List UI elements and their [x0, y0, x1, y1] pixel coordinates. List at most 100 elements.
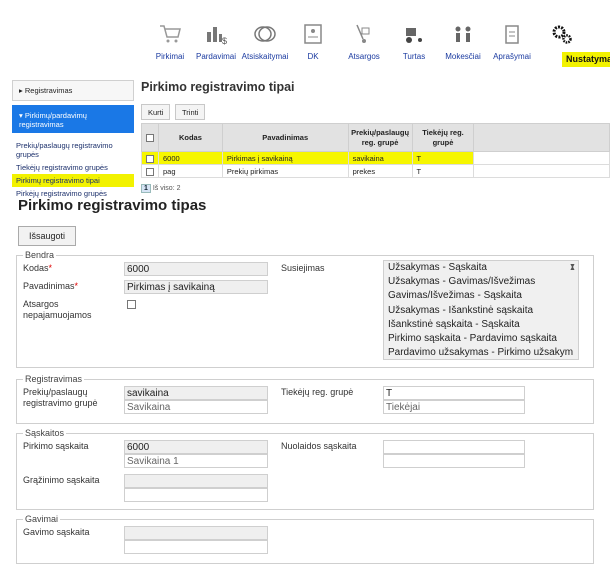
gavimo-description	[124, 540, 268, 554]
coins-icon	[254, 26, 276, 42]
toolbar-label: DK	[307, 52, 319, 61]
toolbar-label: Atsargos	[348, 52, 380, 61]
fieldset-registravimas: Registravimas Prekių/paslaugų registravi…	[16, 374, 594, 424]
tiekeju-input[interactable]: T	[383, 386, 525, 400]
nuolaidos-description	[383, 454, 525, 468]
pirkimo-input[interactable]: 6000	[124, 440, 268, 454]
nuolaidos-label: Nuolaidos sąskaita	[281, 441, 357, 451]
header-tiekeju-line2: grupė	[432, 137, 454, 147]
pager-page[interactable]: 1	[141, 184, 151, 193]
create-button[interactable]: Kurti	[141, 104, 171, 120]
susiejimas-label: Susiejimas	[281, 263, 325, 273]
atsargos-label: Atsargos nepajamuojamos	[23, 299, 92, 320]
grazinimo-label: Grąžinimo sąskaita	[23, 475, 100, 485]
legend-registravimas: Registravimas	[25, 374, 83, 384]
toolbar-label: Pirkimai	[155, 52, 185, 61]
pirkimo-label: Pirkimo sąskaita	[23, 441, 89, 451]
row-checkbox[interactable]	[146, 154, 154, 163]
prekiu-label: Prekių/paslaugų registravimo grupė	[23, 387, 98, 408]
toolbar-label: Pardavimai	[195, 52, 236, 61]
pager-total: Iš viso: 2	[152, 185, 181, 192]
nav-sub-tiekeju[interactable]: Tiekėjų registravimo grupės	[12, 161, 134, 174]
cell-kodas: 6000	[158, 151, 223, 165]
nav-sub-prekiu[interactable]: Prekių/paslaugų registravimo grupės	[12, 139, 134, 161]
ledger-icon	[304, 24, 322, 44]
cell-kodas: pag	[158, 164, 223, 178]
toolbar-nustatymai[interactable]: Nustatymai	[532, 22, 610, 67]
gavimo-input[interactable]	[124, 526, 268, 540]
listbox-option[interactable]: Užsakymas - Išankstinė sąskaita	[384, 304, 578, 318]
types-table: Kodas Pavadinimas Prekių/paslaugų reg. gr…	[141, 123, 610, 178]
grazinimo-input[interactable]	[124, 474, 268, 488]
table-row[interactable]: pag Prekių pirkimas prekes T	[141, 164, 610, 178]
atsargos-checkbox[interactable]	[127, 300, 136, 309]
required-mark: *	[48, 263, 53, 273]
header-tiekeju-line1: Tiekėjų reg.	[422, 127, 464, 137]
prekiu-input[interactable]: savikaina	[124, 386, 268, 400]
header-prekiu-line1: Prekių/paslaugų	[351, 127, 410, 137]
list-title: Pirkimo registravimo tipai	[141, 80, 295, 94]
table-row[interactable]: 6000 Pirkimas į savikainą savikaina T	[141, 151, 610, 165]
pavadinimas-input[interactable]: Pirkimas į savikainą	[124, 280, 268, 294]
toolbar-label: Aprašymai	[493, 52, 531, 61]
nav-registravimas[interactable]: ▸ Registravimas	[12, 80, 134, 101]
hand-truck-icon	[356, 24, 370, 43]
listbox-option[interactable]: Gavimas/Išvežimas - Sąskaita	[384, 289, 578, 303]
cell-prekiu: prekes	[347, 164, 413, 178]
pavadinimas-label-text: Pavadinimas	[23, 281, 75, 291]
listbox-option[interactable]: Pirkimo sąskaita - Pardavimo sąskaita	[384, 332, 578, 346]
prekiu-description: Savikaina	[124, 400, 268, 414]
fieldset-gavimai: Gavimai Gavimo sąskaita	[16, 514, 594, 564]
nav-pirkimu-pardavimu[interactable]: ▾ Pirkimų/pardavimų registravimas	[12, 105, 134, 133]
header-select[interactable]	[141, 123, 159, 152]
grazinimo-description	[124, 488, 268, 502]
listbox-scrollbar[interactable]: ▲ ▼	[568, 261, 578, 276]
cell-tiekeju: T	[411, 164, 475, 178]
delete-button[interactable]: Trinti	[175, 104, 206, 120]
susiejimas-listbox[interactable]: Užsakymas - Sąskaita Užsakymas - Gavimas…	[383, 260, 579, 360]
kodas-input[interactable]: 6000	[124, 262, 268, 276]
clipboard-icon	[505, 25, 519, 44]
listbox-option[interactable]: Užsakymas - Sąskaita	[384, 261, 578, 275]
cell-prekiu: savikaina	[347, 151, 413, 165]
svg-text:$: $	[222, 36, 227, 46]
gears-icon	[552, 25, 572, 44]
row-select[interactable]	[141, 164, 159, 178]
cell-pavadinimas: Prekių pirkimas	[221, 164, 349, 178]
scroll-down-icon[interactable]: ▼	[569, 261, 576, 274]
row-checkbox[interactable]	[146, 167, 154, 176]
nuolaidos-input[interactable]	[383, 440, 525, 454]
kodas-label: Kodas*	[23, 263, 52, 274]
tiekeju-description: Tiekėjai	[383, 400, 525, 414]
pirkimo-description: Savikaina 1	[124, 454, 268, 468]
cell-tiekeju: T	[411, 151, 475, 165]
save-button[interactable]: Išsaugoti	[18, 226, 76, 246]
header-pavadinimas[interactable]: Pavadinimas	[221, 123, 349, 152]
header-empty	[473, 123, 610, 152]
listbox-option[interactable]: Išankstinė sąskaita - Sąskaita	[384, 318, 578, 332]
kodas-label-text: Kodas	[23, 263, 49, 273]
fieldset-saskaitos: Sąskaitos Pirkimo sąskaita 6000 Savikain…	[16, 428, 594, 510]
select-all-checkbox[interactable]	[146, 133, 154, 142]
header-tiekeju[interactable]: Tiekėjų reg. grupė	[411, 123, 475, 152]
header-prekiu[interactable]: Prekių/paslaugų reg. grupė	[347, 123, 413, 152]
listbox-option[interactable]: Pardavimo užsakymas - Pirkimo užsakym	[384, 346, 578, 359]
toolbar-label: Atsiskaitymai	[241, 52, 289, 61]
cell-pavadinimas: Pirkimas į savikainą	[221, 151, 349, 165]
bar-chart-dollar-icon: $	[207, 27, 227, 46]
form-title: Pirkimo registravimo tipas	[18, 197, 207, 214]
legend-bendra: Bendra	[25, 250, 55, 260]
required-mark: *	[74, 281, 79, 291]
legend-gavimai: Gavimai	[25, 514, 59, 524]
listbox-option[interactable]: Užsakymas - Gavimas/Išvežimas	[384, 275, 578, 289]
nav-label: Pirkimų/pardavimų registravimas	[19, 111, 87, 129]
fieldset-bendra: Bendra Kodas* 6000 Pavadinimas* Pirkimas…	[16, 250, 594, 368]
row-select[interactable]	[141, 151, 159, 165]
pavadinimas-label: Pavadinimas*	[23, 281, 78, 292]
top-toolbar: Pirkimai $ Pardavimai Atsiskaitymai DK A…	[0, 0, 610, 80]
toolbar-label: Nustatymai	[562, 52, 610, 67]
toolbar-label: Turtas	[402, 52, 426, 61]
header-kodas[interactable]: Kodas	[158, 123, 223, 152]
nav-sub-pirkimu[interactable]: Pirkimų registravimo tipai	[12, 174, 134, 187]
cell-empty	[473, 151, 610, 165]
